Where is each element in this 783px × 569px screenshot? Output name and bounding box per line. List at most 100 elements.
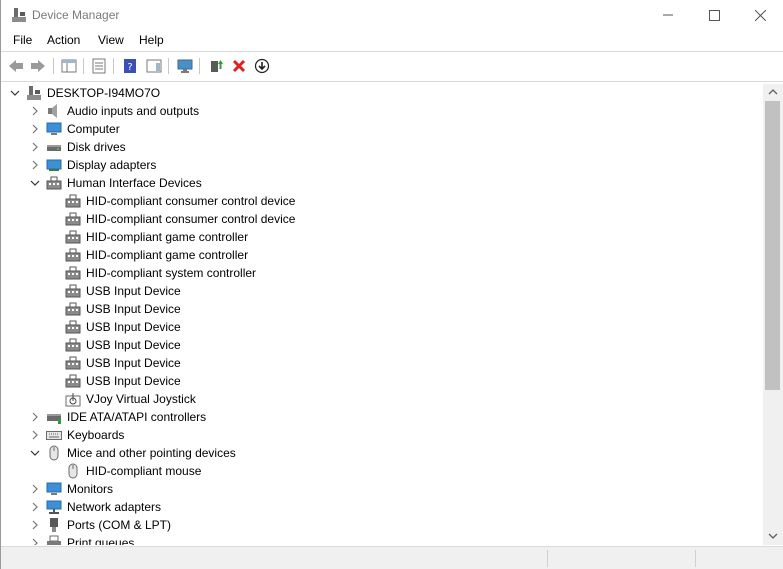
hid-icon <box>46 176 62 190</box>
scan-hardware-button[interactable] <box>175 56 195 76</box>
collapse-chevron-icon[interactable] <box>29 177 41 189</box>
uninstall-device-button[interactable] <box>229 56 249 76</box>
scroll-up-icon[interactable] <box>768 88 778 96</box>
properties-icon <box>92 58 106 74</box>
maximize-button[interactable] <box>691 0 737 30</box>
menu-file[interactable]: File <box>13 33 32 47</box>
maximize-icon <box>708 9 720 21</box>
hid-icon <box>65 302 81 316</box>
tree-device-usb-input-1[interactable]: USB Input Device <box>1 282 763 300</box>
tree-item-label: HID-compliant system controller <box>86 266 257 280</box>
hid-icon <box>65 266 81 280</box>
tree-item-label: HID-compliant game controller <box>86 230 249 244</box>
menu-action[interactable]: Action <box>47 33 80 47</box>
action-pane-button[interactable] <box>144 56 164 76</box>
device-tree: DESKTOP-I94MO7O Audio inputs and outputs… <box>1 84 763 545</box>
tree-item-label: USB Input Device <box>86 284 181 298</box>
toolbar: ? <box>1 52 783 80</box>
tree-category-ports[interactable]: Ports (COM & LPT) <box>1 516 763 534</box>
tree-item-label: USB Input Device <box>86 374 181 388</box>
tree-category-network-adapters[interactable]: Network adapters <box>1 498 763 516</box>
properties-button[interactable] <box>89 56 109 76</box>
tree-category-keyboards[interactable]: Keyboards <box>1 426 763 444</box>
vertical-scrollbar[interactable] <box>763 84 783 545</box>
tree-category-computer[interactable]: Computer <box>1 120 763 138</box>
tree-device-hid-consumer-control-1[interactable]: HID-compliant consumer control device <box>1 192 763 210</box>
tree-device-hid-system-controller[interactable]: HID-compliant system controller <box>1 264 763 282</box>
expand-chevron-icon[interactable] <box>29 141 41 153</box>
tree-device-hid-game-controller-2[interactable]: HID-compliant game controller <box>1 246 763 264</box>
tree-category-hid[interactable]: Human Interface Devices <box>1 174 763 192</box>
hid-icon <box>65 356 81 370</box>
tree-device-hid-game-controller-1[interactable]: HID-compliant game controller <box>1 228 763 246</box>
close-button[interactable] <box>737 0 783 30</box>
device-manager-app-icon <box>12 8 26 22</box>
tree-item-label: Mice and other pointing devices <box>67 446 236 460</box>
status-bar <box>1 546 783 569</box>
tree-category-disk-drives[interactable]: Disk drives <box>1 138 763 156</box>
expand-chevron-icon[interactable] <box>29 105 41 117</box>
tree-device-vjoy[interactable]: VJoy Virtual Joystick <box>1 390 763 408</box>
help-button[interactable]: ? <box>120 56 140 76</box>
mouse-icon <box>49 445 59 461</box>
expand-chevron-icon[interactable] <box>29 501 41 513</box>
mouse-icon <box>68 463 78 479</box>
scrollbar-thumb[interactable] <box>765 101 780 390</box>
tree-device-usb-input-3[interactable]: USB Input Device <box>1 318 763 336</box>
tree-category-ide-controllers[interactable]: IDE ATA/ATAPI controllers <box>1 408 763 426</box>
collapse-chevron-icon[interactable] <box>29 447 41 459</box>
collapse-chevron-icon[interactable] <box>9 87 21 99</box>
scan-hardware-icon <box>177 59 193 73</box>
expand-chevron-icon[interactable] <box>29 483 41 495</box>
tree-item-label: Display adapters <box>67 158 157 172</box>
window-title: Device Manager <box>32 8 120 22</box>
tree-item-label: Human Interface Devices <box>67 176 202 190</box>
expand-chevron-icon[interactable] <box>29 159 41 171</box>
menu-help[interactable]: Help <box>139 33 164 47</box>
tree-category-audio[interactable]: Audio inputs and outputs <box>1 102 763 120</box>
back-button[interactable] <box>6 56 26 76</box>
hid-icon <box>65 338 81 352</box>
tree-device-hid-mouse[interactable]: HID-compliant mouse <box>1 462 763 480</box>
tree-root[interactable]: DESKTOP-I94MO7O <box>1 84 763 102</box>
tree-category-monitors[interactable]: Monitors <box>1 480 763 498</box>
tree-device-usb-input-6[interactable]: USB Input Device <box>1 372 763 390</box>
expand-chevron-icon[interactable] <box>29 411 41 423</box>
expand-chevron-icon[interactable] <box>29 123 41 135</box>
tree-item-label: Audio inputs and outputs <box>67 104 200 118</box>
tree-item-label: USB Input Device <box>86 320 181 334</box>
tree-category-print-queues[interactable]: Print queues <box>1 534 763 545</box>
hid-icon <box>65 374 81 388</box>
tree-item-label: HID-compliant consumer control device <box>86 212 296 226</box>
download-button[interactable] <box>252 56 272 76</box>
tree-device-usb-input-2[interactable]: USB Input Device <box>1 300 763 318</box>
tree-category-mice[interactable]: Mice and other pointing devices <box>1 444 763 462</box>
minimize-button[interactable] <box>645 0 691 30</box>
keyboard-icon <box>46 431 62 440</box>
tree-device-hid-consumer-control-2[interactable]: HID-compliant consumer control device <box>1 210 763 228</box>
tree-item-label: HID-compliant mouse <box>86 464 202 478</box>
expand-chevron-icon[interactable] <box>29 429 41 441</box>
joystick-icon <box>65 393 81 407</box>
tree-item-label: VJoy Virtual Joystick <box>86 392 196 406</box>
hid-icon <box>65 284 81 298</box>
tree-device-usb-input-5[interactable]: USB Input Device <box>1 354 763 372</box>
expand-chevron-icon[interactable] <box>29 537 41 545</box>
tree-category-display-adapters[interactable]: Display adapters <box>1 156 763 174</box>
display-adapter-icon <box>46 159 62 171</box>
tree-root-label: DESKTOP-I94MO7O <box>47 86 161 100</box>
uninstall-icon <box>232 59 246 73</box>
update-driver-button[interactable] <box>206 56 226 76</box>
port-icon <box>50 518 58 532</box>
menu-view[interactable]: View <box>98 33 124 47</box>
device-manager-window: Device Manager File Action View Help ? D… <box>0 0 783 569</box>
scroll-down-icon[interactable] <box>768 532 778 540</box>
expand-chevron-icon[interactable] <box>29 519 41 531</box>
menu-bar: File Action View Help <box>1 30 783 51</box>
tree-item-label: USB Input Device <box>86 302 181 316</box>
forward-arrow-icon <box>31 60 45 72</box>
show-hide-console-tree-button[interactable] <box>59 56 79 76</box>
computer-icon <box>27 86 41 100</box>
tree-device-usb-input-4[interactable]: USB Input Device <box>1 336 763 354</box>
forward-button[interactable] <box>28 56 48 76</box>
